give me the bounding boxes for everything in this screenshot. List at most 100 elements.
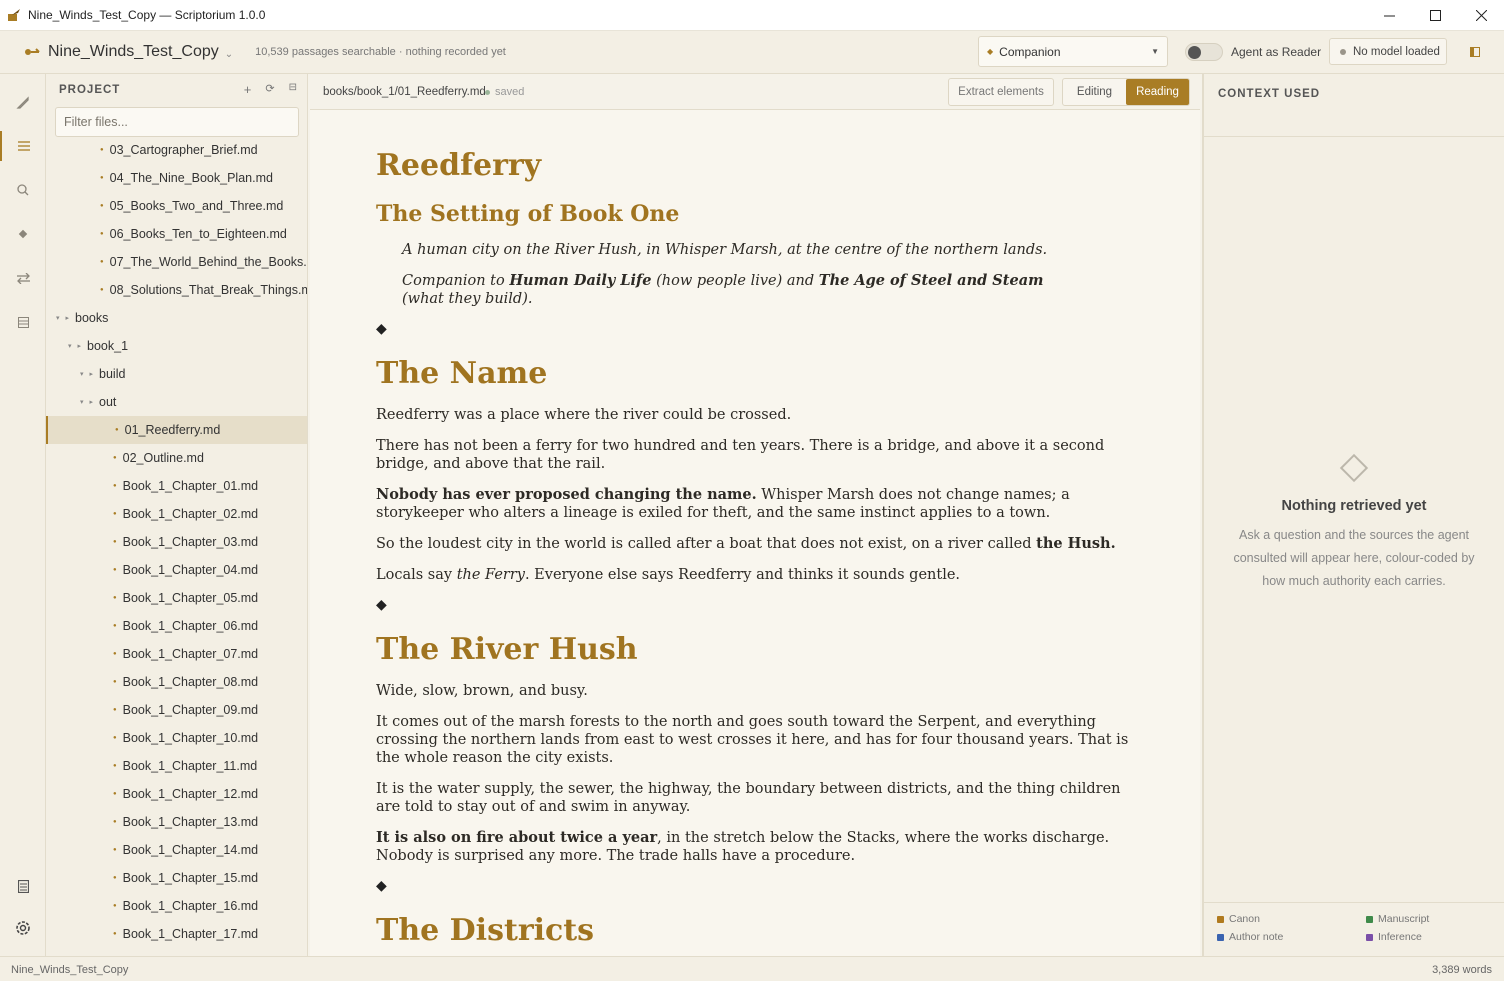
section-separator: ◆ xyxy=(376,321,387,337)
files-icon[interactable] xyxy=(0,131,46,161)
tree-file[interactable]: ● Book_1_Chapter_15.md xyxy=(46,864,307,892)
file-bullet-icon: ● xyxy=(113,595,117,601)
folder-arrow-icon: ▸ xyxy=(89,371,94,378)
add-icon[interactable]: + xyxy=(244,82,252,97)
tree-item-label: book_1 xyxy=(87,339,129,353)
tree-file[interactable]: ● Book_1_Chapter_09.md xyxy=(46,696,307,724)
mode-dot-icon: ◆ xyxy=(987,47,994,56)
tree-file[interactable]: ● Book_1_Chapter_12.md xyxy=(46,780,307,808)
maximize-button[interactable] xyxy=(1412,0,1458,31)
tree-file[interactable]: ● 04_The_Nine_Book_Plan.md xyxy=(46,164,307,192)
tree-item-label: Book_1_Chapter_04.md xyxy=(122,563,259,577)
file-bullet-icon: ● xyxy=(100,287,104,293)
grid-icon[interactable] xyxy=(0,307,46,337)
tree-item-label: build xyxy=(99,367,126,381)
tree-file[interactable]: ● 03_Cartographer_Brief.md xyxy=(46,136,307,164)
agent-reader-label: Agent as Reader xyxy=(1231,45,1322,59)
refresh-icon[interactable]: ⟳ xyxy=(265,82,274,97)
filter-files-input[interactable] xyxy=(55,107,299,137)
file-path: books/book_1/01_Reedferry.md xyxy=(323,86,486,98)
folder-arrow-icon: ▸ xyxy=(65,315,70,322)
search-icon[interactable] xyxy=(0,175,46,205)
tree-file[interactable]: ● Book_1_Chapter_14.md xyxy=(46,836,307,864)
tree-file[interactable]: ● Book_1_Chapter_04.md xyxy=(46,556,307,584)
agent-reader-toggle[interactable] xyxy=(1185,43,1223,61)
close-button[interactable] xyxy=(1458,0,1504,31)
file-bullet-icon: ● xyxy=(100,203,104,209)
tree-file[interactable]: ● 07_The_World_Behind_the_Books.md xyxy=(46,248,308,276)
minimize-button[interactable] xyxy=(1366,0,1412,31)
status-dot-icon xyxy=(1340,48,1346,55)
chevron-down-icon[interactable]: ▾ xyxy=(80,398,84,406)
authority-legend: Canon Manuscript Author note Inference xyxy=(1204,902,1504,954)
tree-file[interactable]: ● 06_Books_Ten_to_Eighteen.md xyxy=(46,220,307,248)
legend-item-manuscript: Manuscript xyxy=(1366,913,1429,925)
mode-select[interactable]: ◆ Companion ▼ xyxy=(978,36,1168,67)
panel-toggle-icon[interactable] xyxy=(1462,40,1488,64)
tree-file[interactable]: ● Book_1_Chapter_05.md xyxy=(46,584,307,612)
tree-file[interactable]: ● Book_1_Chapter_16.md xyxy=(46,892,307,920)
project-name[interactable]: Nine_Winds_Test_Copy xyxy=(48,43,219,61)
tree-item-label: Book_1_Chapter_07.md xyxy=(122,647,259,661)
swap-icon[interactable] xyxy=(0,263,46,293)
tree-file[interactable]: ● Book_1_Chapter_06.md xyxy=(46,612,307,640)
editing-mode-button[interactable]: Editing xyxy=(1063,79,1126,105)
tree-file[interactable]: ● Book_1_Chapter_02.md xyxy=(46,500,307,528)
tree-folder[interactable]: ▾ ▸ out xyxy=(46,388,307,416)
file-bullet-icon: ● xyxy=(113,539,117,545)
tree-file[interactable]: ● Book_1_Chapter_17.md xyxy=(46,920,307,948)
tree-item-label: books xyxy=(75,311,109,325)
project-sidebar: PROJECT + ⟳ ⊟ ●03_Cartographer_Brief.md●… xyxy=(46,74,308,956)
editor-header: books/book_1/01_Reedferry.md saved Extra… xyxy=(310,74,1200,110)
app-toolbar: Nine_Winds_Test_Copy ⌄ 10,539 passages s… xyxy=(0,31,1504,74)
reading-mode-button[interactable]: Reading xyxy=(1126,79,1189,105)
heading-the-name: The Name xyxy=(376,356,548,391)
tree-item-label: Book_1_Chapter_15.md xyxy=(122,871,259,885)
tree-folder[interactable]: ▾ ▸ build xyxy=(46,360,307,388)
notes-icon[interactable] xyxy=(0,871,46,901)
tree-item-label: 07_The_World_Behind_the_Books.md xyxy=(109,255,308,269)
quill-icon[interactable] xyxy=(0,88,46,118)
tree-file[interactable]: ● Book_1_Chapter_03.md xyxy=(46,528,307,556)
tree-item-label: 02_Outline.md xyxy=(122,451,204,465)
file-bullet-icon: ● xyxy=(113,567,117,573)
chevron-down-icon[interactable]: ▾ xyxy=(56,314,60,322)
empty-state-text: Ask a question and the sources the agent… xyxy=(1233,528,1475,588)
tree-file[interactable]: ● 01_Reedferry.md xyxy=(46,416,307,444)
tag-icon[interactable] xyxy=(0,219,46,249)
tree-item-label: Book_1_Chapter_13.md xyxy=(122,815,259,829)
chevron-down-icon[interactable]: ⌄ xyxy=(225,49,233,60)
collapse-icon[interactable]: ⊟ xyxy=(289,82,297,97)
tree-folder[interactable]: ▾ ▸ books xyxy=(46,304,307,332)
tree-file[interactable]: ● 08_Solutions_That_Break_Things.md xyxy=(46,276,308,304)
extract-elements-button[interactable]: Extract elements xyxy=(948,78,1054,106)
tree-item-label: Book_1_Chapter_16.md xyxy=(122,899,259,913)
tree-file[interactable]: ● 02_Outline.md xyxy=(46,444,307,472)
tree-file[interactable]: ● Book_1_Chapter_07.md xyxy=(46,640,307,668)
chevron-down-icon[interactable]: ▾ xyxy=(80,370,84,378)
doc-quote-1: A human city on the River Hush, in Whisp… xyxy=(402,242,1048,258)
tree-item-label: out xyxy=(99,395,117,409)
tree-file[interactable]: ● Book_1_Chapter_10.md xyxy=(46,724,307,752)
doc-paragraph: It is also on fire about twice a year, i… xyxy=(376,829,1110,864)
tree-file[interactable]: ● Book_1_Chapter_01.md xyxy=(46,472,307,500)
legend-item-inference: Inference xyxy=(1366,931,1422,943)
tree-item-label: 08_Solutions_That_Break_Things.md xyxy=(109,283,308,297)
tree-file[interactable]: ● Book_1_Chapter_13.md xyxy=(46,808,307,836)
tree-file[interactable]: ● Book_1_Chapter_08.md xyxy=(46,668,307,696)
quill-book-icon xyxy=(6,7,22,23)
file-bullet-icon: ● xyxy=(113,903,117,909)
tree-item-label: 04_The_Nine_Book_Plan.md xyxy=(109,171,273,185)
gear-icon[interactable] xyxy=(0,913,46,943)
chevron-down-icon: ▼ xyxy=(1151,47,1159,56)
tree-file[interactable]: ● 05_Books_Two_and_Three.md xyxy=(46,192,307,220)
mode-select-value: Companion xyxy=(999,44,1061,59)
sidebar-heading: PROJECT xyxy=(59,84,121,96)
tree-item-label: Book_1_Chapter_10.md xyxy=(122,731,259,745)
tree-folder[interactable]: ▾ ▸ book_1 xyxy=(46,332,307,360)
chevron-down-icon[interactable]: ▾ xyxy=(68,342,72,350)
tree-file[interactable]: ● Book_1_Chapter_11.md xyxy=(46,752,307,780)
legend-item-author-note: Author note xyxy=(1217,931,1283,943)
model-status-badge[interactable]: No model loaded xyxy=(1329,38,1447,65)
legend-item-canon: Canon xyxy=(1217,913,1260,925)
